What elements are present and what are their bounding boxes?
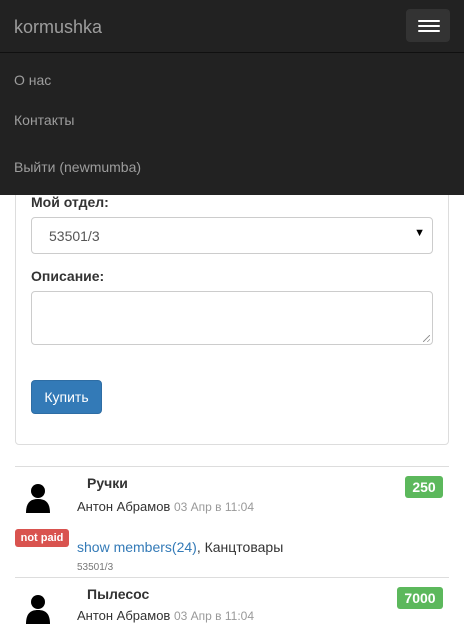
item-category: , Канцтовары [196, 539, 284, 555]
navbar: kormushka О нас Контакты Выйти (newmumba… [0, 0, 464, 195]
nav-link-logout[interactable]: Выйти (newmumba) [14, 157, 141, 177]
price-badge: 250 [405, 476, 443, 498]
chevron-down-icon: ▼ [414, 227, 425, 239]
price-badge: 7000 [397, 587, 443, 609]
item-department: 53501/3 [77, 562, 114, 573]
show-members-link[interactable]: show members(24) [77, 539, 197, 555]
payment-status-badge: not paid [15, 529, 69, 547]
description-label: Описание: [31, 268, 105, 284]
nav-link-contacts[interactable]: Контакты [14, 110, 74, 130]
department-select[interactable]: 53501/3 ▼ [31, 217, 433, 254]
item-date: 03 Апр в 11:04 [173, 609, 255, 623]
item-title[interactable]: Пылесос [87, 586, 149, 602]
list-divider [15, 466, 449, 467]
hamburger-icon-bar [418, 30, 440, 32]
nav-link-about[interactable]: О нас [14, 70, 51, 90]
user-avatar-icon [26, 484, 50, 513]
item-date: 03 Апр в 11:04 [173, 500, 255, 514]
resize-grip-icon[interactable] [423, 335, 430, 342]
department-select-value: 53501/3 [49, 228, 100, 244]
hamburger-icon [418, 20, 440, 22]
department-label: Мой отдел: [31, 194, 109, 210]
list-divider [15, 577, 449, 578]
buy-button[interactable]: Купить [31, 380, 102, 414]
author-name: Антон Абрамов [77, 499, 171, 514]
navbar-divider [0, 52, 464, 53]
item-meta: show members(24), Канцтовары [77, 539, 283, 555]
user-avatar-icon [26, 595, 50, 624]
item-title[interactable]: Ручки [87, 475, 128, 491]
navbar-brand[interactable]: kormushka [14, 16, 102, 38]
item-author: Антон Абрамов 03 Апр в 11:04 [77, 499, 254, 514]
hamburger-icon-bar [418, 25, 440, 27]
menu-toggle-button[interactable] [406, 9, 450, 42]
description-textarea[interactable] [31, 291, 433, 345]
